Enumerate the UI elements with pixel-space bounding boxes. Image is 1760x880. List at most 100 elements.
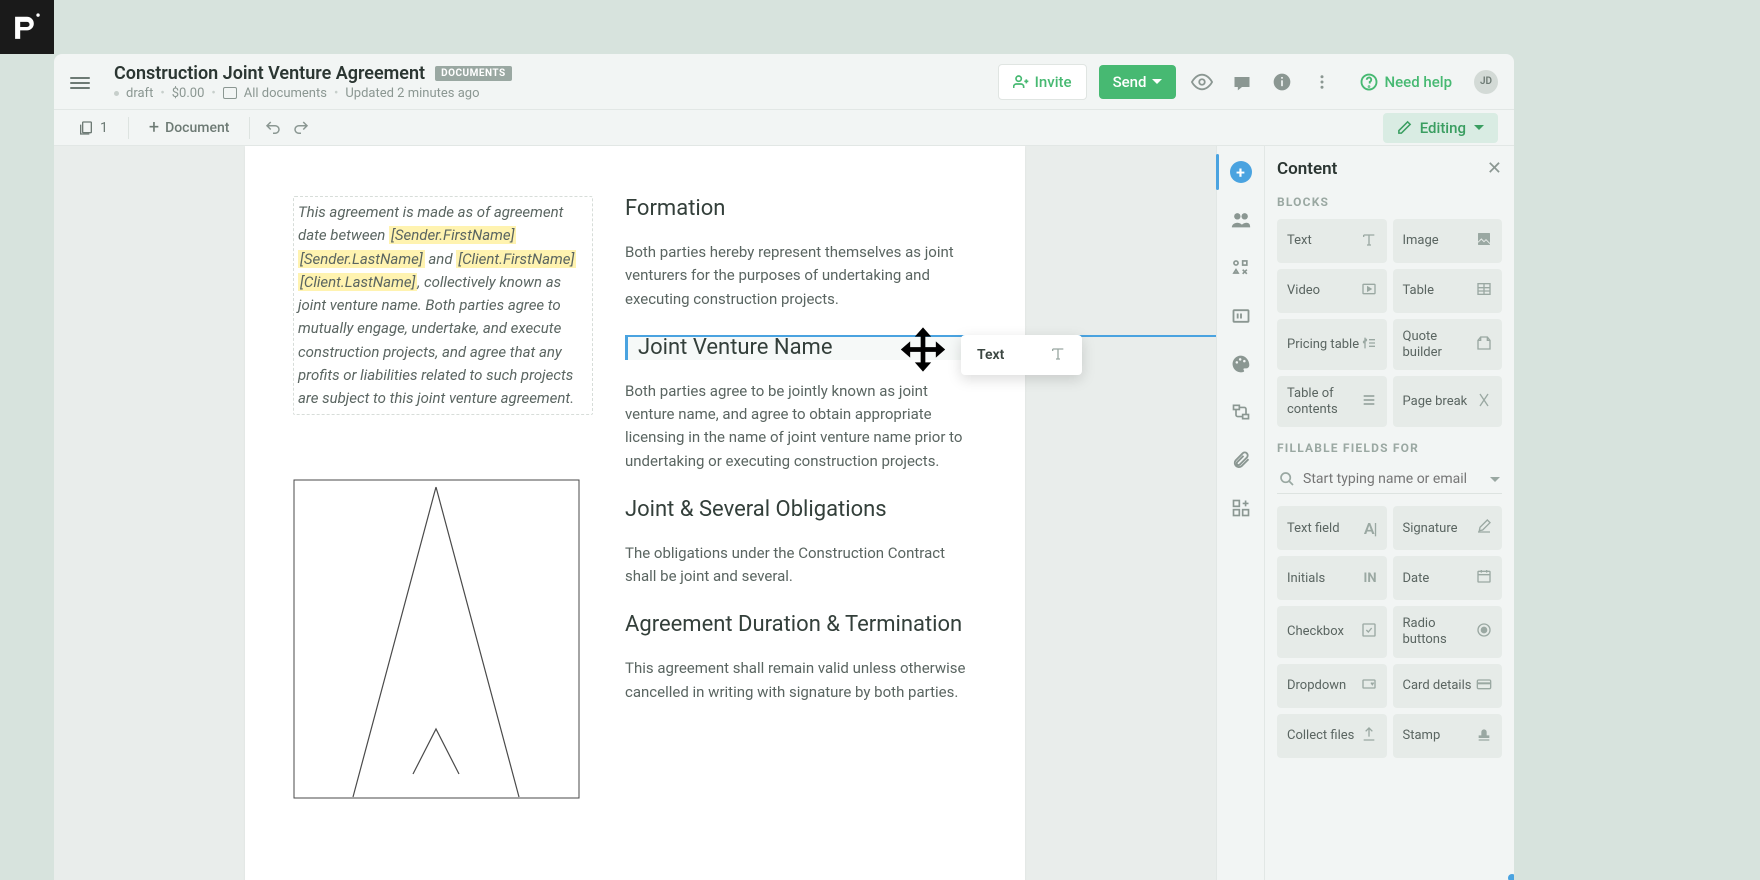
document-canvas[interactable]: This agreement is made as of agreement d… bbox=[54, 146, 1216, 880]
initials-icon: IN bbox=[1364, 571, 1377, 586]
recipient-input[interactable] bbox=[1303, 471, 1482, 487]
rail-workflow-icon[interactable] bbox=[1227, 398, 1255, 426]
text-icon bbox=[1050, 345, 1066, 365]
block-image[interactable]: Image bbox=[1393, 219, 1503, 263]
location-text[interactable]: All documents bbox=[244, 86, 327, 101]
info-icon[interactable] bbox=[1268, 68, 1296, 96]
block-toc[interactable]: Table of contents bbox=[1277, 376, 1387, 427]
drag-ghost: Text bbox=[895, 325, 1082, 385]
rail-catalog-icon[interactable] bbox=[1227, 302, 1255, 330]
quote-icon bbox=[1476, 335, 1492, 355]
field-radio[interactable]: Radio buttons bbox=[1393, 606, 1503, 657]
page-counter[interactable]: 1 bbox=[70, 115, 116, 141]
table-icon bbox=[1476, 281, 1492, 301]
variable-sender-first[interactable]: [Sender.FirstName] bbox=[389, 226, 516, 244]
variable-client-last[interactable]: [Client.LastName] bbox=[298, 273, 417, 291]
invite-button[interactable]: Invite bbox=[998, 64, 1087, 100]
move-cursor-icon bbox=[895, 325, 951, 385]
section-heading[interactable]: Formation bbox=[625, 196, 977, 221]
rail-recipients-icon[interactable] bbox=[1227, 206, 1255, 234]
field-checkbox[interactable]: Checkbox bbox=[1277, 606, 1387, 657]
image-icon bbox=[1476, 231, 1492, 251]
header: Construction Joint Venture Agreement DOC… bbox=[54, 54, 1514, 110]
field-initials[interactable]: InitialsIN bbox=[1277, 556, 1387, 600]
close-icon[interactable]: ✕ bbox=[1487, 158, 1502, 179]
add-document-button[interactable]: + Document bbox=[141, 113, 238, 142]
redo-icon[interactable] bbox=[290, 114, 312, 142]
field-card[interactable]: Card details bbox=[1393, 664, 1503, 708]
field-dropdown[interactable]: Dropdown bbox=[1277, 664, 1387, 708]
doc-title[interactable]: Construction Joint Venture Agreement bbox=[114, 63, 425, 84]
status-dot bbox=[114, 91, 119, 96]
block-table[interactable]: Table bbox=[1393, 269, 1503, 313]
ghost-text-block: Text bbox=[961, 335, 1082, 375]
folder-icon bbox=[223, 87, 237, 99]
field-collect[interactable]: Collect files bbox=[1277, 714, 1387, 758]
send-button[interactable]: Send bbox=[1099, 65, 1177, 99]
section-paragraph[interactable]: Both parties agree to be jointly known a… bbox=[625, 380, 977, 473]
chevron-down-icon[interactable] bbox=[1490, 477, 1500, 482]
variable-sender-last[interactable]: [Sender.LastName] bbox=[298, 250, 425, 268]
field-stamp[interactable]: Stamp bbox=[1393, 714, 1503, 758]
radio-icon bbox=[1476, 622, 1492, 642]
dropdown-icon bbox=[1361, 676, 1377, 696]
upload-icon bbox=[1361, 726, 1377, 746]
video-icon bbox=[1361, 281, 1377, 301]
rail-apps-icon[interactable] bbox=[1227, 494, 1255, 522]
editing-mode-toggle[interactable]: Editing bbox=[1383, 113, 1498, 143]
title-block: Construction Joint Venture Agreement DOC… bbox=[114, 63, 998, 101]
image-placeholder[interactable] bbox=[293, 479, 580, 799]
app-frame: Construction Joint Venture Agreement DOC… bbox=[54, 54, 1514, 880]
pricing-icon bbox=[1361, 335, 1377, 355]
blocks-label: BLOCKS bbox=[1277, 195, 1502, 209]
toolbar: 1 + Document Editing bbox=[54, 110, 1514, 146]
chevron-down-icon bbox=[1152, 79, 1162, 84]
checkbox-icon bbox=[1361, 622, 1377, 642]
section-paragraph[interactable]: Both parties hereby represent themselves… bbox=[625, 241, 977, 311]
section-heading[interactable]: Agreement Duration & Termination bbox=[625, 612, 977, 637]
block-video[interactable]: Video bbox=[1277, 269, 1387, 313]
card-icon bbox=[1476, 676, 1492, 696]
recipient-search[interactable] bbox=[1277, 465, 1502, 494]
field-signature[interactable]: Signature bbox=[1393, 506, 1503, 550]
avatar[interactable]: JD bbox=[1474, 70, 1498, 94]
document-page: This agreement is made as of agreement d… bbox=[245, 146, 1025, 880]
app-logo[interactable] bbox=[0, 0, 54, 54]
fillable-fields-label: FILLABLE FIELDS FOR bbox=[1277, 441, 1502, 455]
section-paragraph[interactable]: This agreement shall remain valid unless… bbox=[625, 657, 977, 704]
rail-content-icon[interactable]: + bbox=[1227, 158, 1255, 186]
menu-icon[interactable] bbox=[70, 74, 90, 90]
variable-client-first[interactable]: [Client.FirstName] bbox=[456, 250, 576, 268]
panel-title: Content bbox=[1277, 159, 1337, 179]
rail-attachments-icon[interactable] bbox=[1227, 446, 1255, 474]
block-quote[interactable]: Quote builder bbox=[1393, 319, 1503, 370]
intro-block[interactable]: This agreement is made as of agreement d… bbox=[293, 196, 593, 415]
rail-variables-icon[interactable] bbox=[1227, 254, 1255, 282]
date-icon bbox=[1476, 568, 1492, 588]
status-text: draft bbox=[126, 86, 153, 101]
block-pricing[interactable]: Pricing table bbox=[1277, 319, 1387, 370]
undo-icon[interactable] bbox=[262, 114, 284, 142]
more-icon[interactable] bbox=[1308, 68, 1336, 96]
content-panel: Content ✕ BLOCKS Text Image Video Table … bbox=[1264, 146, 1514, 880]
section-paragraph[interactable]: The obligations under the Construction C… bbox=[625, 542, 977, 589]
updated-text: Updated 2 minutes ago bbox=[345, 86, 479, 101]
preview-icon[interactable] bbox=[1188, 68, 1216, 96]
doc-badge: DOCUMENTS bbox=[435, 66, 512, 81]
pagebreak-icon bbox=[1476, 392, 1492, 412]
field-text[interactable]: Text fieldA| bbox=[1277, 506, 1387, 550]
sidebar-rail: + bbox=[1216, 146, 1264, 880]
block-pagebreak[interactable]: Page break bbox=[1393, 376, 1503, 427]
need-help-link[interactable]: Need help bbox=[1360, 73, 1452, 91]
field-date[interactable]: Date bbox=[1393, 556, 1503, 600]
stamp-icon bbox=[1476, 726, 1492, 746]
search-icon bbox=[1279, 471, 1295, 487]
signature-icon bbox=[1476, 518, 1492, 538]
comments-icon[interactable] bbox=[1228, 68, 1256, 96]
chevron-down-icon bbox=[1474, 125, 1484, 130]
amount-text: $0.00 bbox=[172, 86, 205, 101]
section-heading[interactable]: Joint & Several Obligations bbox=[625, 497, 977, 522]
textfield-icon: A| bbox=[1364, 519, 1377, 538]
rail-design-icon[interactable] bbox=[1227, 350, 1255, 378]
block-text[interactable]: Text bbox=[1277, 219, 1387, 263]
